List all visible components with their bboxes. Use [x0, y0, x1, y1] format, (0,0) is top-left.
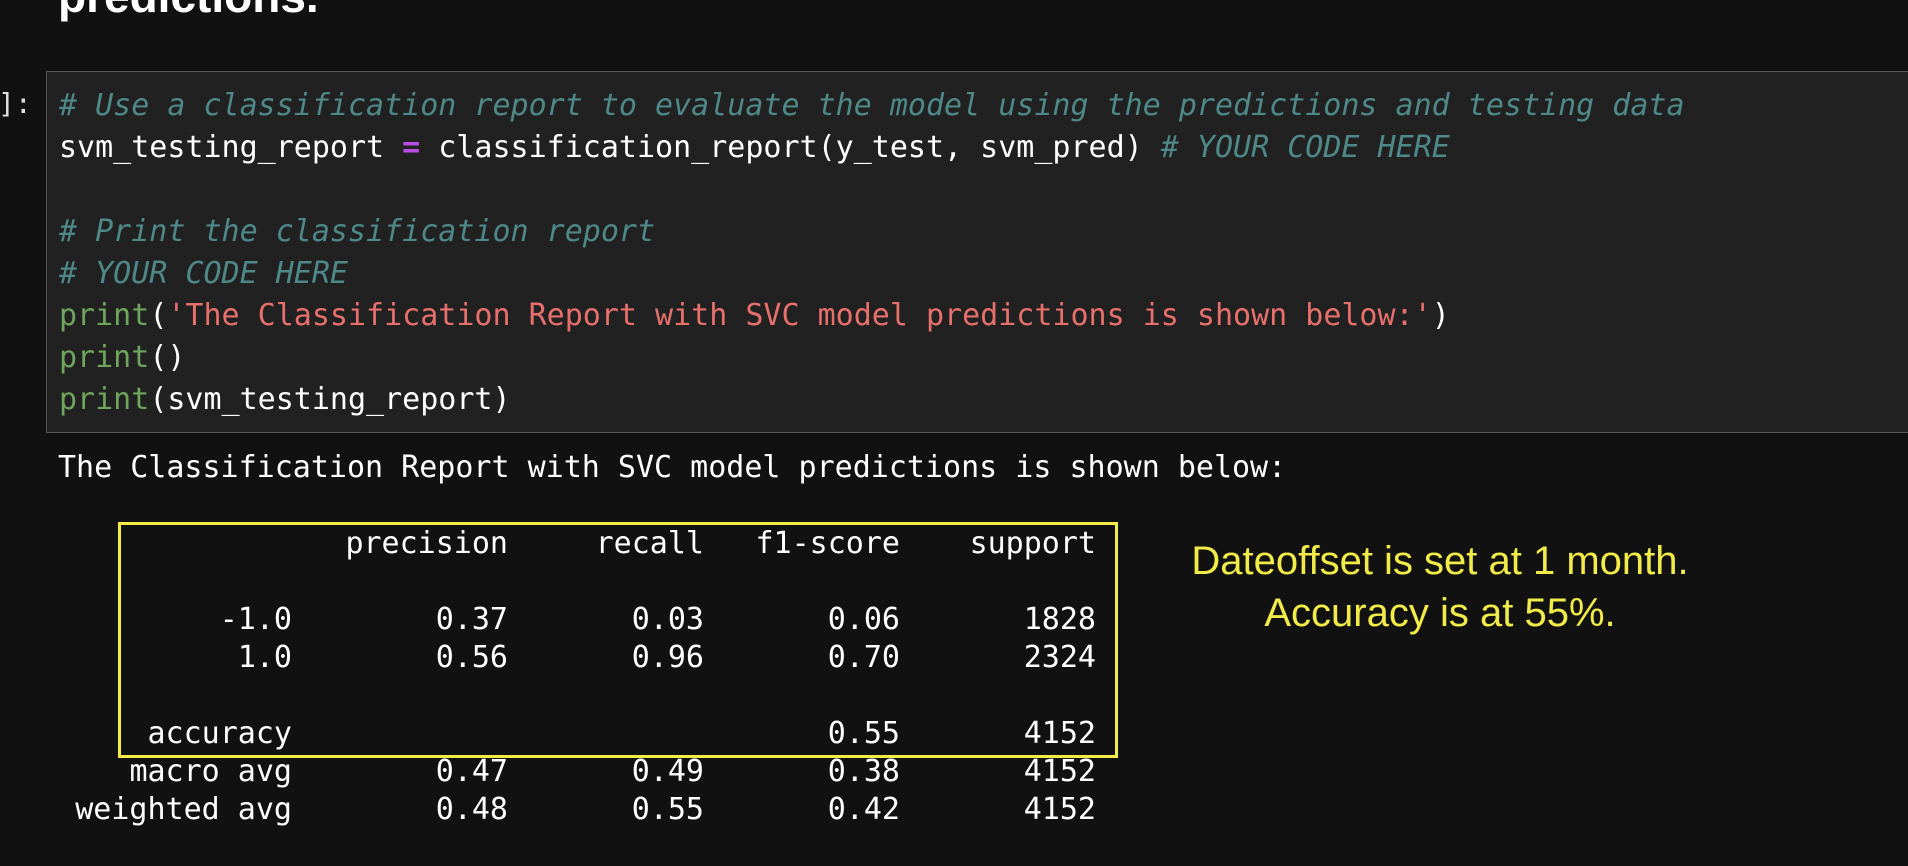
code-token: ( — [149, 298, 168, 333]
annotation-line-1: Dateoffset is set at 1 month. — [1191, 539, 1689, 583]
code-token: # Print the classification report — [59, 214, 656, 249]
code-token: ) — [1431, 298, 1450, 333]
code-token: (svm_testing_report) — [149, 382, 511, 417]
code-cell[interactable]: # Use a classification report to evaluat… — [46, 71, 1908, 433]
report-support: 4152 — [1023, 754, 1096, 789]
cell-prompt: ]: — [0, 87, 32, 120]
section-heading: predictions. — [58, 0, 319, 22]
output-title: The Classification Report with SVC model… — [58, 450, 1287, 485]
code-line: print('The Classification Report with SV… — [59, 298, 1450, 334]
code-token: print — [59, 382, 150, 417]
annotation-note: Dateoffset is set at 1 month. Accuracy i… — [1150, 535, 1730, 639]
annotation-line-2: Accuracy is at 55%. — [1264, 591, 1616, 635]
report-support: 4152 — [1023, 792, 1096, 827]
code-token: classification_report(y_test, svm_pred) — [420, 130, 1161, 165]
code-line: # YOUR CODE HERE — [59, 256, 348, 292]
highlight-box — [118, 522, 1118, 758]
code-line: # Print the classification report — [59, 214, 655, 250]
code-token: 'The Classification Report with SVC mode… — [167, 298, 1432, 333]
code-line: svm_testing_report = classification_repo… — [59, 130, 1450, 166]
code-token: print — [59, 298, 150, 333]
code-line: # Use a classification report to evaluat… — [59, 88, 1685, 124]
code-token: print — [59, 340, 150, 375]
code-line: print(svm_testing_report) — [59, 382, 511, 418]
code-token: () — [149, 340, 186, 375]
code-token: # YOUR CODE HERE — [59, 256, 348, 291]
code-token: # YOUR CODE HERE — [1160, 130, 1450, 165]
code-token: # Use a classification report to evaluat… — [59, 88, 1685, 123]
code-token: svm_testing_report — [59, 130, 403, 165]
code-token: = — [402, 130, 421, 165]
code-line: print() — [59, 340, 185, 376]
